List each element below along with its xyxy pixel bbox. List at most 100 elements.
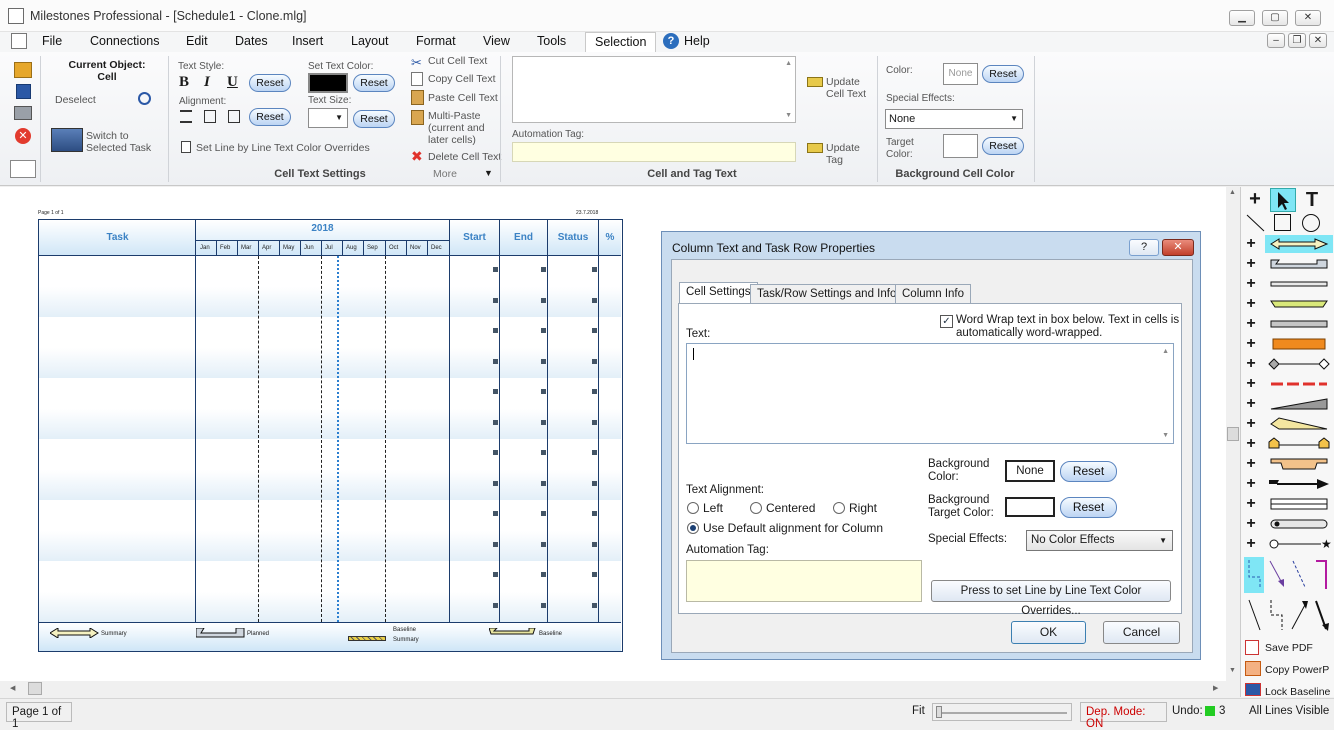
symbol-summary[interactable] (1265, 235, 1333, 253)
bold-button[interactable]: B (179, 74, 189, 91)
switch-to-label[interactable]: Switch to (86, 130, 129, 142)
underline-button[interactable]: U (227, 74, 238, 91)
table-row[interactable] (39, 286, 621, 317)
add-symbol-icon[interactable]: + (1242, 395, 1260, 413)
scroll-down-icon[interactable]: ▼ (785, 112, 792, 119)
connector-tool-6[interactable] (1266, 597, 1288, 633)
symbol-baseline[interactable] (1265, 295, 1333, 313)
bg-color-reset-button[interactable]: Reset (982, 65, 1024, 83)
scroll-up-icon[interactable]: ▲ (1229, 189, 1236, 196)
add-symbol-icon[interactable]: + (1242, 355, 1260, 373)
scroll-right-icon[interactable]: ▶ (1213, 684, 1218, 692)
add-symbol-icon[interactable]: + (1242, 295, 1260, 313)
menu-selection[interactable]: Selection (585, 32, 657, 52)
horizontal-scroll-thumb[interactable] (28, 682, 42, 695)
bg-color-swatch[interactable]: None (1005, 460, 1055, 482)
deselect-icon[interactable] (138, 92, 151, 105)
symbol-bar-flat[interactable] (1265, 275, 1333, 293)
col-end[interactable]: End (500, 232, 547, 243)
tab-column-info[interactable]: Column Info (895, 284, 972, 304)
cell-text-input[interactable]: ▲ ▼ (512, 56, 796, 123)
add-symbol-icon[interactable]: + (1242, 495, 1260, 513)
lock-baseline-icon[interactable] (1245, 683, 1261, 696)
table-row[interactable] (39, 469, 621, 500)
menu-tools[interactable]: Tools (537, 34, 566, 48)
connector-tool-5[interactable] (1244, 597, 1264, 633)
line-overrides-button[interactable]: Press to set Line by Line Text Color Ove… (931, 580, 1171, 617)
update-cell-text-icon[interactable] (807, 77, 823, 87)
pdf-icon[interactable] (1245, 640, 1259, 655)
dep-mode-status[interactable]: Dep. Mode: ON (1080, 702, 1167, 730)
cut-icon[interactable]: ✂ (411, 55, 425, 70)
powerpoint-icon[interactable] (1245, 661, 1261, 676)
delete-cell-text-button[interactable]: Delete Cell Text (428, 151, 501, 163)
scroll-down-icon[interactable]: ▼ (1229, 667, 1236, 674)
table-row[interactable] (39, 530, 621, 561)
add-symbol-icon[interactable]: + (1242, 235, 1260, 253)
menu-dates[interactable]: Dates (235, 34, 268, 48)
delete-icon[interactable]: ✖ (411, 148, 423, 165)
paste-cell-text-button[interactable]: Paste Cell Text (428, 92, 498, 104)
multi-paste-icon[interactable] (411, 110, 424, 125)
connector-tool-4[interactable] (1310, 557, 1332, 593)
text-color-swatch[interactable] (308, 73, 348, 93)
text-size-reset-button[interactable]: Reset (353, 110, 395, 128)
align-right-radio[interactable] (833, 502, 845, 514)
maximize-button[interactable]: ▢ (1262, 10, 1288, 26)
lock-baseline-button[interactable]: Lock Baseline (1265, 686, 1330, 698)
align-right-icon[interactable] (228, 110, 240, 123)
add-symbol-icon[interactable]: + (1242, 335, 1260, 353)
use-default-radio[interactable] (687, 522, 699, 534)
automation-tag-input[interactable] (686, 560, 922, 602)
menu-format[interactable]: Format (416, 34, 456, 48)
add-symbol-icon[interactable]: + (1242, 315, 1260, 333)
symbol-orange-bar[interactable] (1265, 335, 1333, 353)
tab-cell-settings[interactable]: Cell Settings (679, 282, 758, 304)
italic-button[interactable]: I (204, 74, 210, 91)
bg-color-reset-button[interactable]: Reset (1060, 461, 1117, 482)
crosshair-tool-icon[interactable]: + (1243, 189, 1267, 211)
alignment-reset-button[interactable]: Reset (249, 108, 291, 126)
quick-access-menu-icon[interactable] (10, 160, 36, 178)
add-symbol-icon[interactable]: + (1242, 255, 1260, 273)
add-symbol-icon[interactable]: + (1242, 535, 1260, 553)
col-task[interactable]: Task (40, 232, 195, 243)
table-row[interactable] (39, 439, 621, 470)
text-tool-icon[interactable]: T (1299, 189, 1325, 211)
text-style-reset-button[interactable]: Reset (249, 74, 291, 92)
rectangle-tool-icon[interactable] (1274, 214, 1291, 231)
connector-tool-7[interactable] (1288, 597, 1310, 633)
col-year[interactable]: 2018 (196, 223, 449, 234)
text-input[interactable]: ▲ ▼ (686, 343, 1174, 444)
close-window-button[interactable]: ✕ (1295, 10, 1321, 26)
cancel-button[interactable]: Cancel (1103, 621, 1180, 644)
copy-cell-text-button[interactable]: Copy Cell Text (428, 73, 496, 85)
special-effects-select[interactable]: No Color Effects ▼ (1026, 530, 1173, 551)
symbol-red-dashed[interactable] (1265, 375, 1333, 393)
app-menu-icon[interactable] (11, 33, 27, 49)
dialog-close-button[interactable]: ✕ (1162, 239, 1194, 256)
target-color-swatch[interactable] (943, 134, 978, 158)
add-symbol-icon[interactable]: + (1242, 435, 1260, 453)
table-row[interactable] (39, 408, 621, 439)
bg-target-swatch[interactable] (1005, 497, 1055, 517)
more-chevron-icon[interactable]: ▼ (484, 168, 493, 178)
connector-tool-1[interactable] (1244, 557, 1264, 593)
symbol-diamond-bar[interactable] (1265, 355, 1333, 373)
col-status[interactable]: Status (548, 232, 598, 243)
automation-tag-input[interactable] (512, 142, 796, 162)
align-left-radio[interactable] (687, 502, 699, 514)
symbol-arrow-bar[interactable] (1265, 475, 1333, 493)
table-row[interactable] (39, 317, 621, 348)
print-icon[interactable] (14, 106, 32, 120)
update-tag-button[interactable]: Update (826, 142, 860, 154)
table-row[interactable] (39, 561, 621, 592)
add-symbol-icon[interactable]: + (1242, 455, 1260, 473)
symbol-planned[interactable] (1265, 255, 1333, 273)
selected-task-label[interactable]: Selected Task (86, 142, 151, 154)
table-row[interactable] (39, 347, 621, 378)
text-size-select[interactable]: ▼ (308, 108, 348, 128)
line-tool-icon[interactable] (1244, 213, 1268, 233)
help-icon[interactable]: ? (663, 33, 679, 49)
align-centered-radio[interactable] (750, 502, 762, 514)
